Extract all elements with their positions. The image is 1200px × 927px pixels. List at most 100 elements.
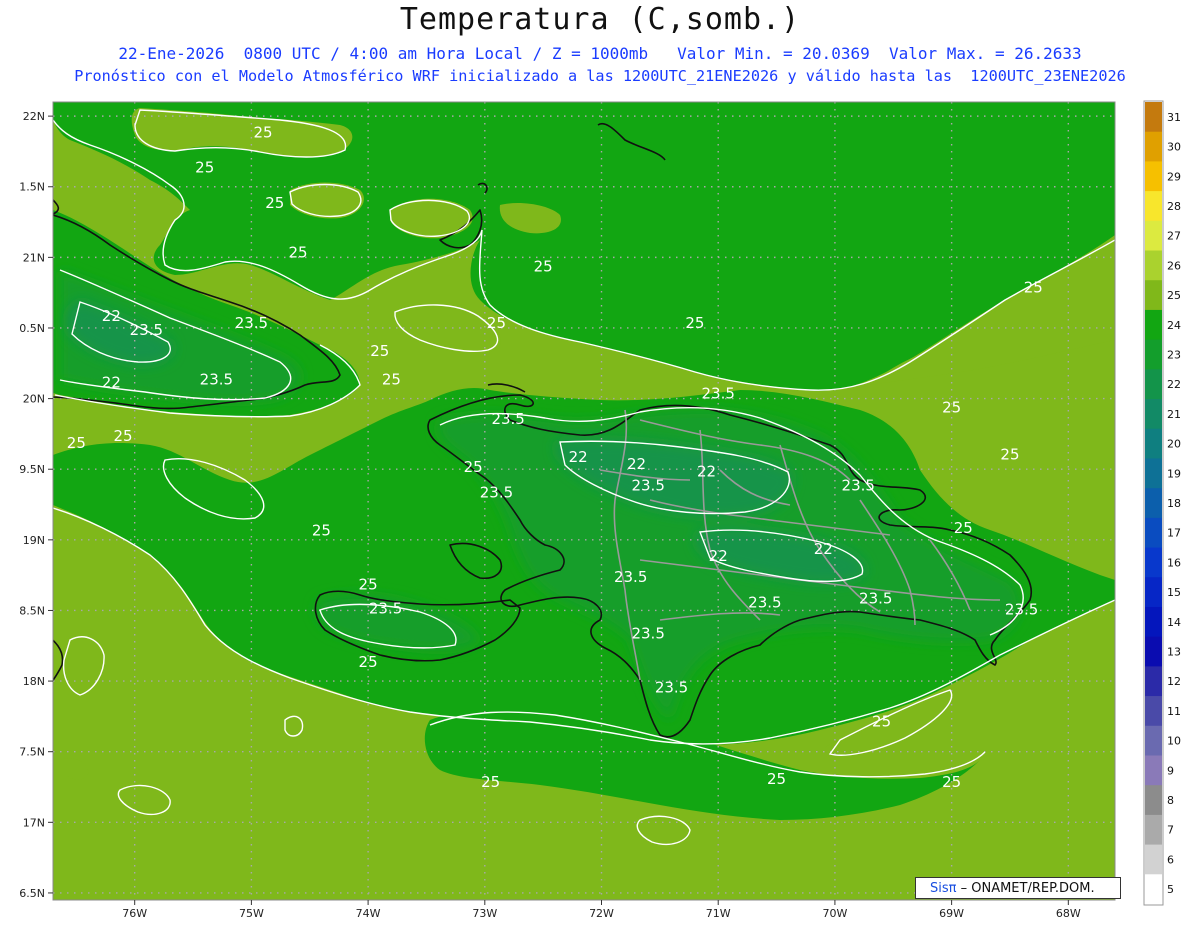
- contour-label: 25: [67, 434, 86, 452]
- contour-label: 25: [942, 399, 961, 417]
- contour-label: 23.5: [235, 314, 268, 332]
- map-panel: 25 25 25 25 25 25 25 25 22 23.5 23.5 25 22 23.5 25 23.5…: [53, 102, 1115, 900]
- colorbar-label: 20: [1167, 438, 1181, 451]
- lat-tick-label: 9.5N: [19, 463, 45, 476]
- contour-label: 25: [481, 773, 500, 791]
- colorbar-label: 19: [1167, 467, 1181, 480]
- colorbar-swatch: [1145, 755, 1162, 786]
- contour-label: 23.5: [130, 321, 163, 339]
- contour-label: 23.5: [842, 476, 875, 494]
- sispi-logo: Sisπ: [930, 881, 957, 896]
- lat-tick-label: 22N: [23, 110, 45, 123]
- colorbar-swatch: [1145, 844, 1162, 875]
- contour-label: 23.5: [631, 476, 664, 494]
- colorbar-label: 11: [1167, 705, 1181, 718]
- colorbar-swatch: [1145, 399, 1162, 430]
- contour-label: 22: [697, 462, 716, 480]
- colorbar-swatch: [1145, 517, 1162, 549]
- colorbar-label: 16: [1167, 556, 1181, 569]
- colorbar-swatch: [1145, 280, 1162, 311]
- colorbar-swatch: [1145, 814, 1162, 846]
- lon-tick-label: 74W: [356, 907, 381, 920]
- colorbar-swatch: [1145, 785, 1162, 816]
- lon-tick-label: 76W: [122, 907, 147, 920]
- lon-tick-label: 69W: [939, 907, 964, 920]
- contour-label: 23.5: [1005, 601, 1038, 619]
- colorbar-swatch: [1145, 874, 1162, 905]
- lat-tick-label: 0.5N: [19, 322, 45, 335]
- contour-label: 23.5: [491, 410, 524, 428]
- lat-tick-label: 17N: [23, 816, 45, 829]
- lat-tick-label: 8.5N: [19, 604, 45, 617]
- colorbar-swatch: [1145, 309, 1162, 341]
- lon-tick-label: 70W: [822, 907, 847, 920]
- colorbar-swatch: [1145, 369, 1162, 400]
- lon-tick-label: 68W: [1056, 907, 1081, 920]
- contour-label: 23.5: [631, 625, 664, 643]
- colorbar-label: 18: [1167, 497, 1181, 510]
- colorbar-label: 5: [1167, 883, 1174, 896]
- contour-label: 23.5: [480, 483, 513, 501]
- colorbar-label: 10: [1167, 735, 1181, 748]
- contour-label: 23.5: [859, 589, 892, 607]
- contour-label: 25: [113, 427, 132, 445]
- colorbar-label: 14: [1167, 616, 1181, 629]
- colorbar-label: 9: [1167, 764, 1174, 777]
- colorbar-swatch: [1145, 339, 1162, 370]
- contour-label: 22: [102, 373, 121, 391]
- contour-label: 25: [382, 370, 401, 388]
- lat-tick-label: 21N: [23, 251, 45, 264]
- colorbar-swatch: [1145, 428, 1162, 459]
- contour-label: 25: [942, 773, 961, 791]
- longitude-axis: 76W 75W 74W 73W 72W 71W 70W 69W 68W: [122, 900, 1081, 920]
- lat-tick-label: 6.5N: [19, 887, 45, 900]
- colorbar-swatch: [1145, 191, 1162, 222]
- colorbar-label: 24: [1167, 319, 1181, 332]
- colorbar-label: 27: [1167, 230, 1181, 243]
- colorbar-swatch: [1145, 725, 1162, 756]
- colorbar-label: 25: [1167, 289, 1181, 302]
- colorbar-swatch: [1145, 131, 1162, 162]
- contour-label: 25: [767, 770, 786, 788]
- lon-tick-label: 71W: [706, 907, 731, 920]
- contour-label: 25: [464, 458, 483, 476]
- contour-label: 22: [569, 448, 588, 466]
- colorbar-label: 26: [1167, 259, 1181, 272]
- credit-text: – ONAMET/REP.DOM.: [960, 881, 1095, 896]
- contour-label: 25: [872, 712, 891, 730]
- colorbar-label: 22: [1167, 378, 1181, 391]
- contour-label: 23.5: [614, 568, 647, 586]
- colorbar-label: 29: [1167, 170, 1181, 183]
- colorbar-swatch: [1145, 636, 1162, 667]
- colorbar-swatch: [1145, 102, 1162, 133]
- credit-box: Sisπ – ONAMET/REP.DOM.: [915, 877, 1121, 899]
- colorbar-swatch: [1145, 458, 1162, 489]
- contour-label: 25: [1024, 279, 1043, 297]
- lon-tick-label: 72W: [589, 907, 614, 920]
- lat-tick-label: 18N: [23, 675, 45, 688]
- colorbar-label: 15: [1167, 586, 1181, 599]
- contour-label: 25: [312, 522, 331, 540]
- colorbar-label: 30: [1167, 141, 1181, 154]
- contour-label: 22: [709, 547, 728, 565]
- lat-tick-label: 19N: [23, 534, 45, 547]
- contour-label: 23.5: [748, 594, 781, 612]
- colorbar-label: 17: [1167, 527, 1181, 540]
- temperature-map: 25 25 25 25 25 25 25 25 22 23.5 23.5 25 22 23.5 25 23.5…: [19, 100, 1181, 920]
- contour-label: 22: [627, 455, 646, 473]
- colorbar-swatch: [1145, 606, 1162, 638]
- lat-tick-label: 1.5N: [19, 181, 45, 194]
- contour-label: 25: [534, 257, 553, 275]
- contour-label: 25: [685, 314, 704, 332]
- contour-label: 22: [102, 307, 121, 325]
- colorbar-swatch: [1145, 666, 1162, 697]
- colorbar-label: 13: [1167, 646, 1181, 659]
- colorbar-swatch: [1145, 577, 1162, 608]
- contour-label: 23.5: [369, 599, 402, 617]
- contour-label: 23.5: [655, 678, 688, 696]
- contour-label: 25: [254, 123, 273, 141]
- lat-tick-label: 7.5N: [19, 746, 45, 759]
- contour-label: 25: [487, 314, 506, 332]
- colorbar-swatch: [1145, 488, 1162, 519]
- contour-label: 25: [1000, 445, 1019, 463]
